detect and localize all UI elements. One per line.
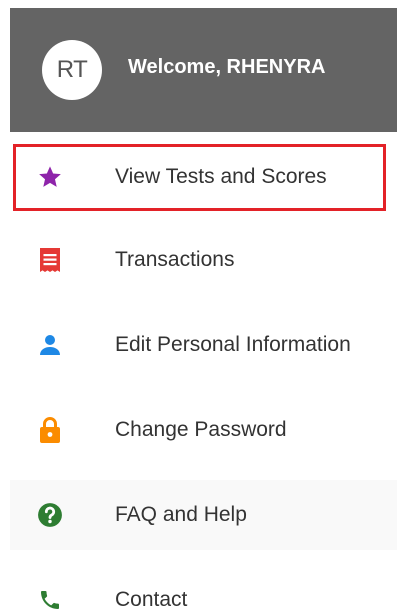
lock-icon [36,416,64,444]
side-menu: RT Welcome, RHENYRA View Tests and Score… [0,0,397,611]
welcome-text: Welcome, RHENYRA [128,56,326,78]
person-icon [36,331,64,359]
menu-item-label: Edit Personal Information [115,333,351,356]
menu-item-faq-and-help[interactable]: FAQ and Help [10,480,397,550]
avatar[interactable]: RT [42,40,102,100]
menu-item-transactions[interactable]: Transactions [10,225,397,295]
menu-item-contact[interactable]: Contact [10,565,397,611]
help-circle-icon [36,501,64,529]
menu-item-edit-personal-information[interactable]: Edit Personal Information [10,310,397,380]
menu-item-label: Transactions [115,248,235,271]
menu-item-change-password[interactable]: Change Password [10,395,397,465]
menu-item-view-tests-and-scores[interactable]: View Tests and Scores [10,142,397,212]
menu-item-label: FAQ and Help [115,503,247,526]
receipt-icon [36,246,64,274]
menu-item-label: Contact [115,588,188,611]
menu-item-label: View Tests and Scores [115,165,327,188]
user-header: RT Welcome, RHENYRA [10,8,397,132]
phone-icon [36,586,64,611]
menu-item-label: Change Password [115,418,287,441]
star-icon [36,163,64,191]
